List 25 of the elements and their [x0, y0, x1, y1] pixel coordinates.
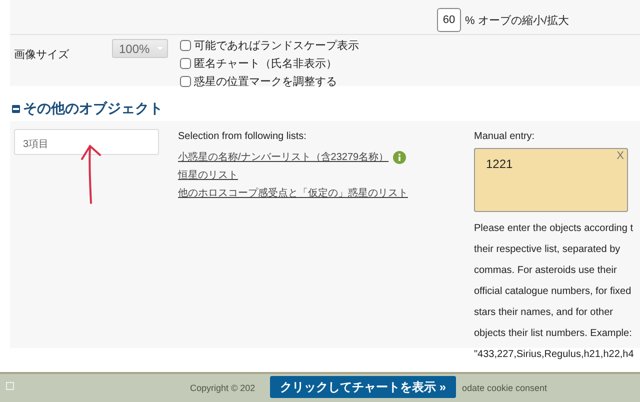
cookie-consent-link[interactable]: odate cookie consent	[462, 383, 548, 393]
lists-heading: Selection from following lists:	[178, 131, 308, 142]
section-title: その他のオブジェクト	[23, 100, 163, 118]
checkbox-label: 匿名チャート（氏名非表示）	[194, 57, 337, 71]
hand-drawn-arrow	[78, 143, 102, 205]
list-link[interactable]: 小惑星の名称/ナンバーリスト（含23279名称）	[178, 150, 389, 164]
info-icon[interactable]	[392, 150, 406, 164]
help-text: Please enter the objects according t their respective list, separated by commas. For asteroids use their official catalogue numbers, for fixed stars their names, and for other objects their list numbers. Example: "433,227,Sirius,Regulus,h21,h22,h4	[474, 222, 635, 362]
checkbox[interactable]	[180, 58, 191, 69]
copyright-text: Copyright © 202	[190, 383, 256, 393]
show-chart-button[interactable]: クリックしてチャートを表示 »	[270, 376, 456, 398]
list-link[interactable]: 恒星のリスト	[178, 168, 238, 182]
collapse-icon[interactable]	[12, 105, 20, 113]
checkbox-label: 惑星の位置マークを調整する	[194, 74, 337, 89]
list-link[interactable]: 他のホロスコープ感受点と「仮定の」惑星のリスト	[178, 186, 408, 200]
manual-entry-label: Manual entry:	[474, 131, 536, 142]
checkbox[interactable]	[180, 40, 191, 51]
checkbox[interactable]	[180, 76, 191, 87]
orb-label: % オーブの縮小/拡大	[465, 14, 569, 28]
image-size-label: 画像サイズ	[13, 48, 70, 63]
manual-entry-field[interactable]: 1221 X	[474, 148, 628, 212]
checkbox-label: 可能であればランドスケープ表示	[194, 38, 359, 53]
orb-field[interactable]: 60	[437, 8, 461, 32]
size-select[interactable]: 100%	[112, 39, 168, 58]
object-count-field[interactable]: 3項目	[14, 129, 159, 155]
